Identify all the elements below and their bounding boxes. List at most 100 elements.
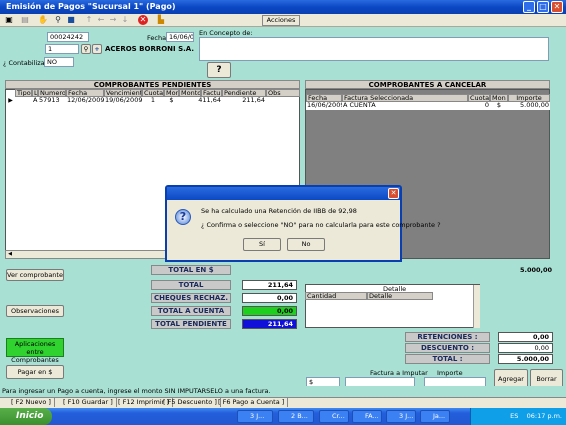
close-button[interactable]: ✕: [551, 1, 563, 13]
start-button[interactable]: Inicio: [0, 408, 52, 425]
total-en-label: TOTAL EN $: [151, 265, 231, 275]
pagar-button[interactable]: Pagar en $: [6, 365, 64, 379]
table-cell[interactable]: 12/06/2009: [66, 97, 104, 104]
retenciones-value: 0,00: [498, 332, 553, 342]
fecha-field[interactable]: 16/06/09: [166, 32, 194, 42]
col-header[interactable]: Mon: [490, 94, 508, 102]
dialog-titlebar: [167, 187, 400, 200]
clock: 06:17 p.m.: [526, 412, 562, 420]
col-header[interactable]: Detalle: [367, 292, 433, 300]
question-icon: ?: [175, 209, 191, 225]
help-icon[interactable]: ?: [207, 62, 231, 78]
col-header[interactable]: Pendiente: [222, 89, 266, 97]
concepto-field[interactable]: [199, 37, 549, 61]
pendientes-title: COMPROBANTES PENDIENTES: [5, 80, 300, 89]
observaciones-button[interactable]: Observaciones: [6, 305, 64, 317]
next-icon[interactable]: →: [108, 15, 118, 25]
col-header[interactable]: Cantidad: [305, 292, 367, 300]
cheques-label: CHEQUES RECHAZ.: [151, 293, 231, 303]
col-header[interactable]: Vencimiento: [104, 89, 142, 97]
contabiliza-select[interactable]: NO: [44, 57, 74, 67]
acuenta-value: 0,00: [242, 306, 297, 316]
search-icon[interactable]: ⚲: [53, 15, 63, 25]
f6-pago-cuenta[interactable]: [ F6 Pago a Cuenta ]: [215, 398, 289, 407]
numero-field[interactable]: 00024242: [47, 32, 89, 42]
scroll-left-icon[interactable]: ◀: [6, 251, 14, 258]
col-header[interactable]: Importe: [508, 94, 550, 102]
table-cell[interactable]: 19/06/2009: [104, 97, 142, 104]
f5-descuento[interactable]: [ F5 Descuento ]: [160, 398, 221, 407]
col-header[interactable]: Tipo: [15, 89, 32, 97]
table-cell[interactable]: 5.000,00: [508, 102, 550, 109]
factura-imputar-label: Factura a Imputar: [370, 369, 428, 377]
aplicaciones-button[interactable]: Aplicaciones entre Comprobantes: [6, 338, 64, 364]
task-item[interactable]: Ja...: [420, 410, 450, 423]
save-icon[interactable]: ■: [66, 15, 76, 25]
proveedor-code-field[interactable]: 1: [45, 44, 79, 54]
col-header[interactable]: Numero: [38, 89, 66, 97]
open-icon[interactable]: ▤: [20, 15, 30, 25]
table-cell[interactable]: 16/06/2009: [306, 102, 342, 109]
status-bar: Para ingresar un Pago a cuenta, ingrese …: [0, 386, 566, 397]
ver-comprobante-button[interactable]: Ver comprobante: [6, 269, 64, 281]
window-title: Emisión de Pagos "Sucursal 1" (Pago): [0, 0, 566, 14]
table-cell[interactable]: $: [164, 97, 179, 104]
task-item[interactable]: 3 J...: [237, 410, 273, 423]
descuento-value[interactable]: 0,00: [498, 343, 553, 353]
table-cell[interactable]: 1: [142, 97, 164, 104]
pendiente-label: TOTAL PENDIENTE: [151, 319, 231, 329]
col-header[interactable]: Obs: [266, 89, 300, 97]
prev-icon[interactable]: ←: [96, 15, 106, 25]
cheques-value: 0,00: [242, 293, 297, 303]
new-icon[interactable]: ▣: [4, 15, 14, 25]
f10-guardar[interactable]: [ F10 Guardar ]: [60, 398, 117, 407]
total-label: TOTAL: [151, 280, 231, 290]
retenciones-label: RETENCIONES :: [405, 332, 490, 342]
col-header[interactable]: Factura Seleccionada: [342, 94, 468, 102]
dialog-close-button[interactable]: ✕: [388, 188, 399, 199]
language-indicator[interactable]: ES: [510, 412, 518, 420]
table-cell[interactable]: A CUENTA: [342, 102, 468, 109]
acciones-button[interactable]: Acciones: [262, 15, 300, 26]
search-proveedor-icon[interactable]: ⚲: [81, 44, 91, 54]
importe-label: Importe: [437, 369, 463, 377]
task-item[interactable]: FA...: [352, 410, 382, 423]
exit-icon[interactable]: ▙: [156, 15, 166, 25]
pendiente-value: 211,64: [242, 319, 297, 329]
task-item[interactable]: 2 B...: [278, 410, 314, 423]
col-header[interactable]: Cuota: [142, 89, 164, 97]
table-cell[interactable]: 57913: [38, 97, 66, 104]
cancel-icon[interactable]: ✕: [138, 15, 148, 25]
detalle-scrollbar[interactable]: [473, 285, 480, 328]
resumen-total-value: 5.000,00: [498, 354, 553, 364]
cancelar-total: 5.000,00: [520, 266, 553, 274]
col-header[interactable]: Cuota: [468, 94, 490, 102]
dialog-message-2: ¿ Confirma o seleccione "NO" para no cal…: [201, 221, 441, 229]
col-header[interactable]: Fecha: [66, 89, 104, 97]
table-cell[interactable]: 211,64: [222, 97, 266, 104]
proveedor-name: ACEROS BORRONI S.A.: [105, 45, 194, 53]
row-selector-icon[interactable]: ▶: [6, 97, 15, 105]
f2-nuevo[interactable]: [ F2 Nuevo ]: [8, 398, 55, 407]
first-icon[interactable]: ↑: [84, 15, 94, 25]
add-proveedor-icon[interactable]: +: [92, 44, 102, 54]
table-cell[interactable]: 411,64: [179, 97, 222, 104]
col-header[interactable]: Monto: [179, 89, 201, 97]
system-tray: ES 06:17 p.m.: [470, 408, 566, 425]
total-value: 211,64: [242, 280, 297, 290]
maximize-button[interactable]: □: [537, 1, 549, 13]
descuento-label: DESCUENTO :: [405, 343, 490, 353]
task-item[interactable]: Cr...: [319, 410, 349, 423]
last-icon[interactable]: ↓: [120, 15, 130, 25]
minimize-button[interactable]: _: [523, 1, 535, 13]
table-cell[interactable]: $: [490, 102, 508, 109]
col-header[interactable]: Factura: [201, 89, 222, 97]
no-button[interactable]: No: [287, 238, 325, 251]
print-icon[interactable]: ✋: [38, 15, 48, 25]
table-cell[interactable]: 0: [468, 102, 490, 109]
dialog-message-1: Se ha calculado una Retención de IIBB de…: [201, 207, 357, 215]
col-header[interactable]: Fecha: [306, 94, 342, 102]
col-header[interactable]: Mon: [164, 89, 179, 97]
task-item[interactable]: 3 J...: [386, 410, 416, 423]
yes-button[interactable]: Sí: [243, 238, 281, 251]
